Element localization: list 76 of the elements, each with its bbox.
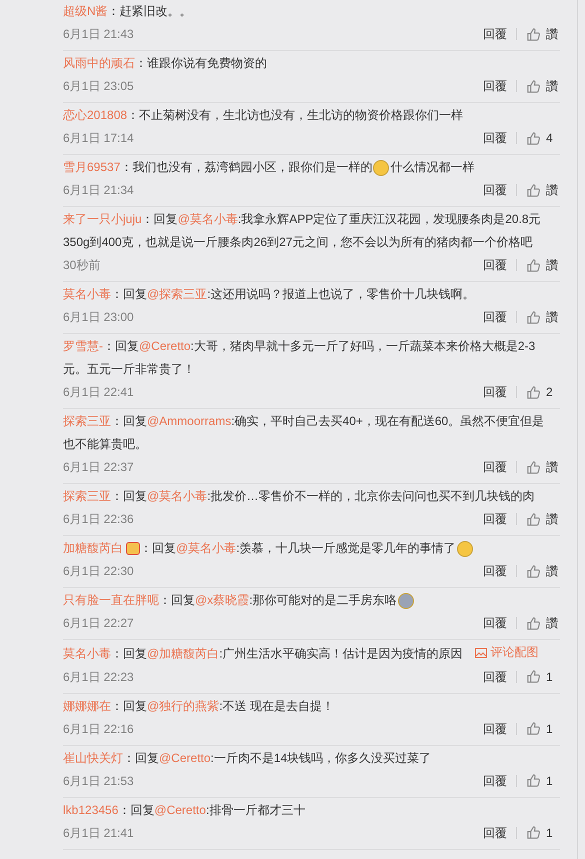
reply-link[interactable]: 回覆 [483, 614, 507, 632]
reply-link[interactable]: 回覆 [483, 720, 507, 738]
like-button[interactable]: 讚 [526, 256, 560, 274]
reply-link[interactable]: 回覆 [483, 824, 507, 842]
thumbs-up-icon [526, 825, 541, 840]
image-icon [474, 648, 487, 658]
comment-text: 莫名小毒：回复@探索三亚:这还用说吗？报道上也说了，零售价十几块钱啊。 [63, 286, 476, 303]
like-button[interactable]: 1 [526, 668, 560, 686]
timestamp: 6月1日 23:00 [63, 309, 134, 326]
thumbs-up-icon [526, 564, 541, 578]
timestamp: 6月1日 22:23 [63, 668, 134, 686]
thumbs-up-icon [526, 182, 541, 198]
thumbs-up-icon [526, 512, 541, 526]
thumbs-up-icon [526, 258, 541, 272]
thumbs-up-icon [526, 773, 541, 788]
like-button[interactable]: 讚 [526, 510, 560, 528]
like-button[interactable]: 1 [526, 824, 560, 842]
reply-link[interactable]: 回覆 [483, 77, 507, 95]
reply-link[interactable]: 回覆 [483, 256, 507, 274]
reply-link[interactable]: 回覆 [483, 181, 507, 199]
like-button[interactable]: 讚 [526, 308, 560, 326]
timestamp: 6月1日 22:41 [63, 384, 134, 401]
reply-link[interactable]: 回覆 [483, 772, 507, 790]
like-button[interactable]: 2 [526, 383, 560, 401]
timestamp: 6月1日 21:53 [63, 772, 134, 790]
timestamp: 6月1日 21:41 [63, 824, 134, 842]
thumbs-up-icon [526, 78, 541, 94]
timestamp: 6月1日 22:37 [63, 459, 134, 476]
comment-text: 超级N酱：赶紧旧改。。 [63, 3, 193, 20]
comment-text: 风雨中的顽石：谁跟你说有免费物资的 [63, 55, 268, 72]
timestamp: 6月1日 22:36 [63, 511, 134, 528]
thumbs-up-icon [526, 384, 541, 400]
like-button[interactable]: 讚 [526, 77, 560, 95]
reply-link[interactable]: 回覆 [483, 308, 507, 326]
reply-link[interactable]: 回覆 [483, 458, 507, 476]
comment-text: lkb123456：回复@Ceretto:排骨一斤都才三十 [63, 802, 306, 818]
comment-text: 崔山快关灯：回复@Ceretto:一斤肉不是14块钱吗，你多久没买过菜了 [63, 750, 432, 766]
thumbs-up-icon [526, 26, 541, 42]
reply-link[interactable]: 回覆 [483, 668, 507, 686]
timestamp: 6月1日 22:30 [63, 563, 134, 580]
thumbs-up-icon [526, 130, 541, 146]
like-button[interactable]: 1 [526, 772, 560, 790]
thumbs-up-icon [526, 460, 541, 474]
like-button[interactable]: 讚 [526, 458, 560, 476]
timestamp: 30秒前 [63, 257, 100, 274]
comment-text: 来了一只小juju：回复@莫名小毒:我拿永辉APP定位了重庆江汉花园，发现腰条肉是20.8元350g到400克，也就是说一斤腰条肉26到27元之间，您不会以为所有的猪肉都一个价格吧 [63, 211, 542, 251]
timestamp: 6月1日 23:05 [63, 78, 134, 95]
comment-text: 探索三亚：回复@Ammoorrams:确实，平时自己去买40+，现在有配送60。虽然不便宜但是也不能算贵吧。 [63, 413, 546, 453]
reply-link[interactable]: 回覆 [483, 129, 507, 147]
comment-text: 雪月69537：我们也没有，荔湾鹤园小区，跟你们是一样的 什么情况都一样 [63, 158, 476, 178]
like-button[interactable]: 讚 [526, 562, 560, 580]
like-button[interactable]: 讚 [526, 614, 560, 632]
comment-text: 加糖馥芮白 ：回复@莫名小毒:羡慕，十几块一斤感觉是零几年的事情了 [63, 537, 547, 560]
timestamp: 6月1日 21:34 [63, 182, 134, 199]
comment-text: 恋心201808：不止菊树没有，生北访也没有，生北访的物资价格跟你们一样 [63, 107, 464, 124]
reply-link[interactable]: 回覆 [483, 383, 507, 401]
comment-text: 娜娜娜在：回复@独行的燕紫:不送 现在是去自提！ [63, 698, 335, 714]
reply-link[interactable]: 回覆 [483, 25, 507, 43]
comment-text: 探索三亚：回复@莫名小毒:批发价…零售价不一样的，北京你去问问也买不到几块钱的肉 [63, 488, 536, 505]
timestamp: 6月1日 17:14 [63, 130, 134, 147]
like-button[interactable]: 讚 [526, 25, 560, 43]
thumbs-up-icon [526, 616, 541, 630]
timestamp: 6月1日 21:43 [63, 26, 134, 43]
reply-link[interactable]: 回覆 [483, 562, 507, 580]
timestamp: 6月1日 22:16 [63, 720, 134, 738]
like-button[interactable]: 1 [526, 720, 560, 738]
like-button[interactable]: 讚 [526, 181, 560, 199]
thumbs-up-icon [526, 310, 541, 324]
thumbs-up-icon [526, 669, 541, 684]
comment-text: 只有脸一直在胖呃：回复@x蔡晓霞:那你可能对的是二手房东咯 [63, 589, 547, 612]
comment-text: 罗雪慧-：回复@Ceretto:大哥，猪肉早就十多元一斤了好吗，一斤蔬菜本来价格大概是2-3元。五元一斤非常贵了！ [63, 338, 536, 378]
like-button[interactable]: 4 [526, 129, 560, 147]
comment-text: 莫名小毒：回复@加糖馥芮白:广州生活水平确实高！估计是因为疫情的原因 评论配图 [63, 641, 547, 666]
reply-link[interactable]: 回覆 [483, 510, 507, 528]
timestamp: 6月1日 22:27 [63, 615, 134, 632]
thumbs-up-icon [526, 721, 541, 736]
